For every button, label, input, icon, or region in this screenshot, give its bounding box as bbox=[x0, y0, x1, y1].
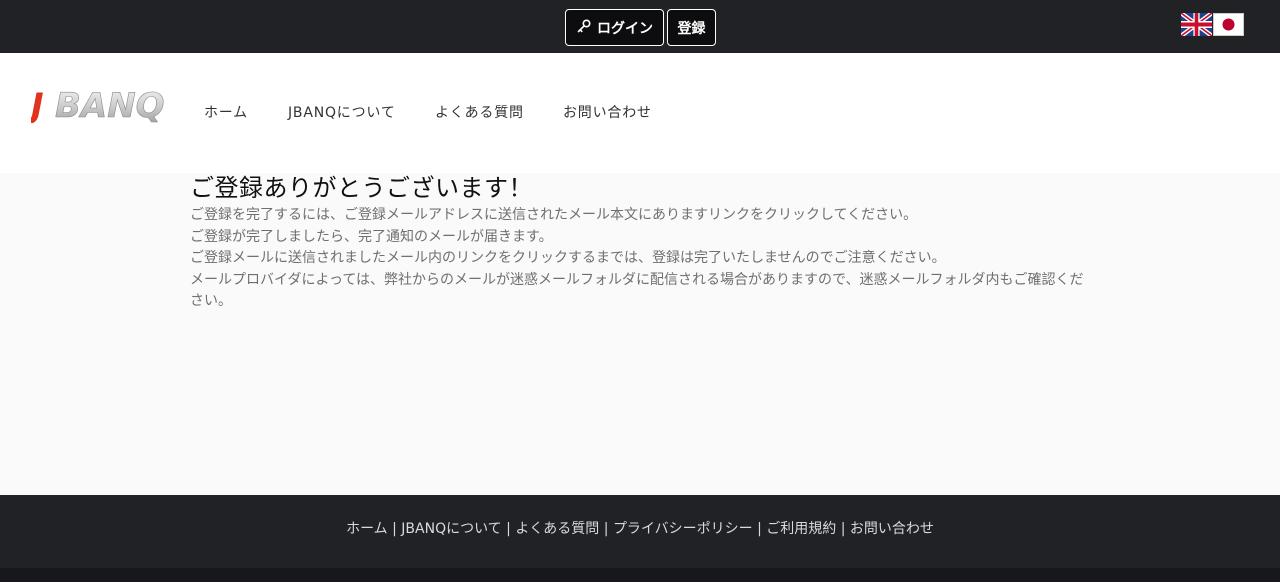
nav-faq[interactable]: よくある質問 bbox=[435, 102, 524, 122]
footer-separator: | bbox=[752, 521, 767, 537]
nav-about[interactable]: JBANQについて bbox=[288, 102, 396, 122]
bottom-strip bbox=[0, 568, 1280, 582]
message-line: ご登録が完了しましたら、完了通知のメールが届きます。 bbox=[190, 228, 553, 245]
page-title: ご登録ありがとうございます！ bbox=[190, 174, 533, 202]
message-line: ご登録を完了するには、ご登録メールアドレスに送信されたメール本文にありますリンク… bbox=[190, 207, 918, 223]
footer-separator: | bbox=[836, 521, 850, 537]
login-button[interactable]: ログイン bbox=[565, 9, 664, 46]
register-button[interactable]: 登録 bbox=[667, 9, 716, 46]
footer-link-home[interactable]: ホーム bbox=[346, 521, 388, 537]
nav-contact[interactable]: お問い合わせ bbox=[563, 102, 652, 122]
footer-link-terms[interactable]: ご利用規約 bbox=[766, 521, 836, 537]
footer-link-contact[interactable]: お問い合わせ bbox=[850, 521, 934, 537]
svg-text:J: J bbox=[31, 86, 44, 123]
registration-message: ご登録を完了するには、ご登録メールアドレスに送信されたメール本文にありますリンク… bbox=[190, 205, 1090, 313]
top-bar: ログイン 登録 bbox=[0, 0, 1280, 53]
message-line: ご登録メールに送信されましたメール内のリンクをクリックするまでは、登録は完了いた… bbox=[190, 250, 946, 266]
nav-home[interactable]: ホーム bbox=[204, 102, 248, 122]
site-header: J BANQ ホーム JBANQについて よくある質問 お問い合わせ bbox=[0, 53, 1280, 173]
key-icon bbox=[576, 18, 592, 38]
svg-text:BANQ: BANQ bbox=[55, 86, 165, 123]
footer-separator: | bbox=[501, 521, 516, 537]
message-line: メールプロバイダによっては、弊社からのメールが迷惑メールフォルダに配信される場合… bbox=[190, 271, 1084, 310]
main-content: ご登録ありがとうございます！ ご登録を完了するには、ご登録メールアドレスに送信さ… bbox=[190, 173, 1110, 313]
site-footer: ホーム | JBANQについて | よくある質問 | プライバシーポリシー | … bbox=[0, 495, 1280, 568]
register-label: 登録 bbox=[677, 20, 706, 37]
footer-link-about[interactable]: JBANQについて bbox=[401, 521, 501, 537]
footer-link-faq[interactable]: よくある質問 bbox=[515, 521, 599, 537]
footer-links: ホーム | JBANQについて | よくある質問 | プライバシーポリシー | … bbox=[0, 518, 1280, 538]
footer-separator: | bbox=[387, 521, 402, 537]
jbanq-logo[interactable]: J BANQ bbox=[25, 81, 167, 127]
japan-flag-icon[interactable] bbox=[1213, 13, 1244, 36]
login-label: ログイン bbox=[597, 20, 653, 37]
uk-flag-icon[interactable] bbox=[1179, 11, 1214, 38]
footer-separator: | bbox=[599, 521, 613, 537]
footer-link-privacy[interactable]: プライバシーポリシー bbox=[613, 521, 753, 537]
